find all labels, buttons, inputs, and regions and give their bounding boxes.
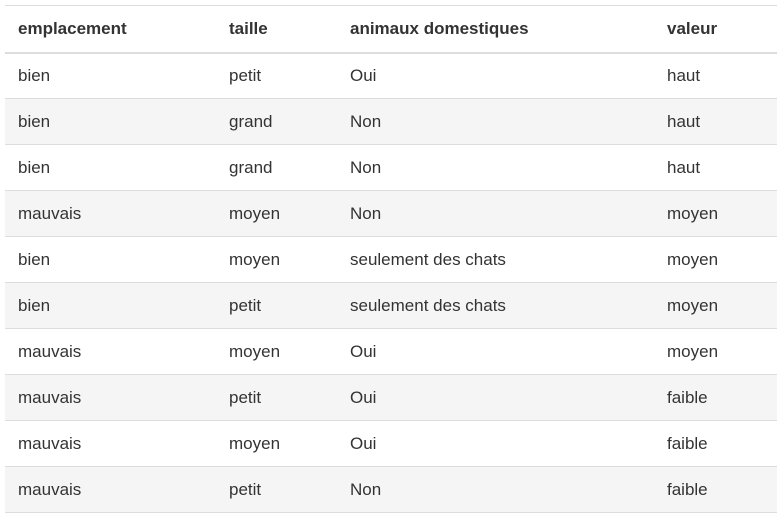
cell-taille: petit (229, 387, 262, 407)
cell-animaux-domestiques: Non (350, 479, 382, 499)
table-row: bien moyen seulement des chats moyen (5, 237, 777, 283)
cell-animaux-domestiques: Oui (350, 65, 377, 85)
cell-taille: petit (229, 479, 262, 499)
cell-valeur: haut (667, 65, 701, 85)
cell-valeur: moyen (667, 341, 719, 361)
table-row: bien grand Non haut (5, 145, 777, 191)
cell-animaux-domestiques: seulement des chats (350, 249, 506, 269)
cell-animaux-domestiques: Oui (350, 433, 377, 453)
cell-animaux-domestiques: Non (350, 157, 382, 177)
column-header-valeur: valeur (667, 18, 718, 38)
cell-emplacement: mauvais (18, 341, 82, 361)
table-header: emplacement taille animaux domestiques v… (5, 5, 777, 53)
cell-valeur: faible (667, 433, 708, 453)
table-row: mauvais petit Oui faible (5, 374, 777, 421)
cell-taille: moyen (229, 341, 281, 361)
table-row: bien petit seulement des chats moyen (5, 282, 777, 329)
cell-emplacement: mauvais (18, 387, 82, 407)
table-row: mauvais moyen Oui faible (5, 421, 777, 467)
cell-emplacement: bien (18, 157, 51, 177)
table-row: bien petit Oui haut (5, 53, 777, 99)
cell-animaux-domestiques: Oui (350, 387, 377, 407)
column-header-animaux-domestiques: animaux domestiques (350, 18, 529, 38)
cell-taille: petit (229, 65, 262, 85)
cell-animaux-domestiques: Non (350, 111, 382, 131)
data-table: emplacement taille animaux domestiques v… (5, 5, 777, 513)
cell-animaux-domestiques: seulement des chats (350, 295, 506, 315)
cell-valeur: haut (667, 157, 701, 177)
cell-emplacement: bien (18, 295, 51, 315)
cell-valeur: faible (667, 479, 708, 499)
table-row: bien grand Non haut (5, 98, 777, 145)
table-row: mauvais moyen Non moyen (5, 190, 777, 237)
cell-taille: moyen (229, 203, 281, 223)
cell-taille: moyen (229, 249, 281, 269)
cell-taille: moyen (229, 433, 281, 453)
cell-emplacement: mauvais (18, 433, 82, 453)
cell-emplacement: bien (18, 111, 51, 131)
table-body: bien petit Oui haut bien grand Non haut … (5, 53, 777, 513)
cell-animaux-domestiques: Non (350, 203, 382, 223)
cell-emplacement: bien (18, 249, 51, 269)
column-header-emplacement: emplacement (18, 18, 127, 38)
cell-emplacement: mauvais (18, 479, 82, 499)
cell-animaux-domestiques: Oui (350, 341, 377, 361)
table-row: mauvais moyen Oui moyen (5, 329, 777, 375)
header-row: emplacement taille animaux domestiques v… (5, 5, 777, 53)
cell-taille: grand (229, 157, 273, 177)
data-table-container: emplacement taille animaux domestiques v… (5, 5, 777, 513)
cell-taille: petit (229, 295, 262, 315)
cell-valeur: moyen (667, 249, 719, 269)
cell-emplacement: mauvais (18, 203, 82, 223)
cell-valeur: faible (667, 387, 708, 407)
cell-emplacement: bien (18, 65, 51, 85)
column-header-taille: taille (229, 18, 268, 38)
table-row: mauvais petit Non faible (5, 466, 777, 513)
cell-valeur: moyen (667, 203, 719, 223)
cell-valeur: moyen (667, 295, 719, 315)
cell-taille: grand (229, 111, 273, 131)
cell-valeur: haut (667, 111, 701, 131)
